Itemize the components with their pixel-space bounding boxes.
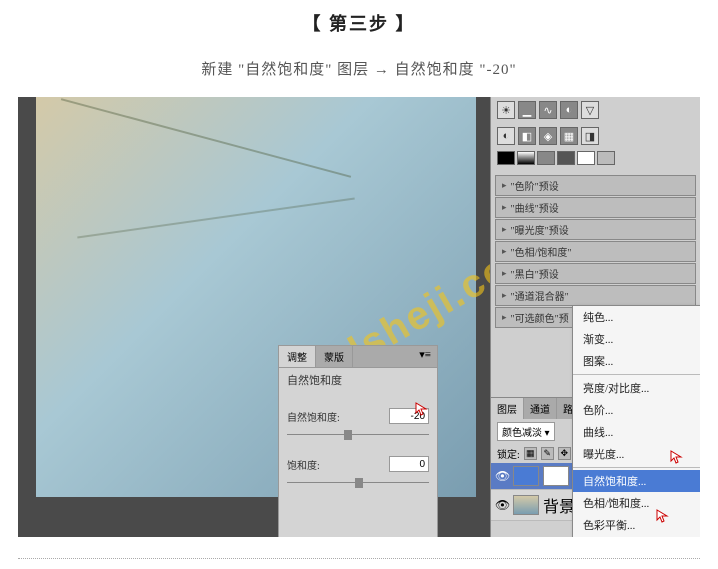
adjustment-context-menu: 纯色...渐变...图案... 亮度/对比度...色阶...曲线...曝光度...… (572, 305, 700, 537)
blend-mode-select[interactable]: 颜色减淡 ▾ (497, 422, 555, 441)
tab-adjustments[interactable]: 调整 (279, 346, 316, 367)
selective-icon[interactable]: ▦ (560, 127, 578, 145)
adjustment-icons-row: ☀ ▁ ∿ ◐ ▽ (491, 97, 700, 123)
brightness-icon[interactable]: ☀ (497, 101, 515, 119)
lock-pixels-icon[interactable]: ✎ (541, 447, 554, 460)
saturation-label: 饱和度: (287, 457, 389, 472)
invert-icon[interactable]: ◨ (581, 127, 599, 145)
preset-item[interactable]: "黑白"预设 (495, 263, 696, 284)
preset-item[interactable]: "曲线"预设 (495, 197, 696, 218)
curves-icon[interactable]: ∿ (539, 101, 557, 119)
vibrance-slider[interactable] (287, 430, 429, 440)
mixer-icon[interactable]: ◈ (539, 127, 557, 145)
layer-name: 背景 (543, 493, 575, 517)
instruction-text: 新建 "自然饱和度" 图层 → 自然饱和度 "-20" (0, 58, 718, 79)
saturation-input[interactable] (389, 456, 429, 472)
exposure-icon[interactable]: ◐ (560, 101, 578, 119)
vibrance-icon[interactable]: ▽ (581, 101, 599, 119)
panel-menu-icon[interactable]: ▾≡ (413, 346, 437, 367)
menu-item[interactable]: 黑白... (573, 536, 700, 537)
adjustment-title: 自然饱和度 (279, 368, 437, 392)
hue-icon[interactable]: ◐ (497, 127, 515, 145)
preset-item[interactable]: "色阶"预设 (495, 175, 696, 196)
bw-icon[interactable]: ◧ (518, 127, 536, 145)
levels-icon[interactable]: ▁ (518, 101, 536, 119)
menu-item[interactable]: 图案... (573, 350, 700, 372)
divider (18, 558, 700, 559)
vibrance-label: 自然饱和度: (287, 409, 389, 424)
menu-item[interactable]: 自然饱和度... (573, 470, 700, 492)
menu-item[interactable]: 亮度/对比度... (573, 377, 700, 399)
menu-item[interactable]: 渐变... (573, 328, 700, 350)
vibrance-input[interactable] (389, 408, 429, 424)
menu-item[interactable]: 曲线... (573, 421, 700, 443)
tab-layers[interactable]: 图层 (491, 398, 524, 419)
lock-label: 锁定: (497, 446, 520, 461)
menu-item[interactable]: 曝光度... (573, 443, 700, 465)
adjustments-panel: 调整 蒙版 ▾≡ 自然饱和度 自然饱和度: 饱和度: ◧ ◉ ↻ 👁 🗑 (278, 345, 438, 537)
menu-item[interactable]: 纯色... (573, 306, 700, 328)
visibility-icon[interactable]: 👁 (495, 498, 509, 513)
preset-item[interactable]: "色相/饱和度" (495, 241, 696, 262)
menu-item[interactable]: 色相/饱和度... (573, 492, 700, 514)
menu-item[interactable]: 色彩平衡... (573, 514, 700, 536)
menu-item[interactable]: 色阶... (573, 399, 700, 421)
preset-item[interactable]: "通道混合器" (495, 285, 696, 306)
step-title: 【 第三步 】 (0, 10, 718, 36)
preset-item[interactable]: "曝光度"预设 (495, 219, 696, 240)
adjustment-icons-row-2: ◐ ◧ ◈ ▦ ◨ (491, 123, 700, 149)
app-area: 9dsheji.com 调整 蒙版 ▾≡ 自然饱和度 自然饱和度: 饱和度: ◧… (18, 97, 700, 537)
menu-separator (573, 374, 700, 375)
lock-position-icon[interactable]: ✥ (558, 447, 571, 460)
menu-separator (573, 467, 700, 468)
lock-transparency-icon[interactable]: ▦ (524, 447, 537, 460)
tab-channels[interactable]: 通道 (524, 398, 557, 419)
tab-masks[interactable]: 蒙版 (316, 346, 353, 367)
saturation-slider[interactable] (287, 478, 429, 488)
visibility-icon[interactable]: 👁 (495, 469, 509, 484)
